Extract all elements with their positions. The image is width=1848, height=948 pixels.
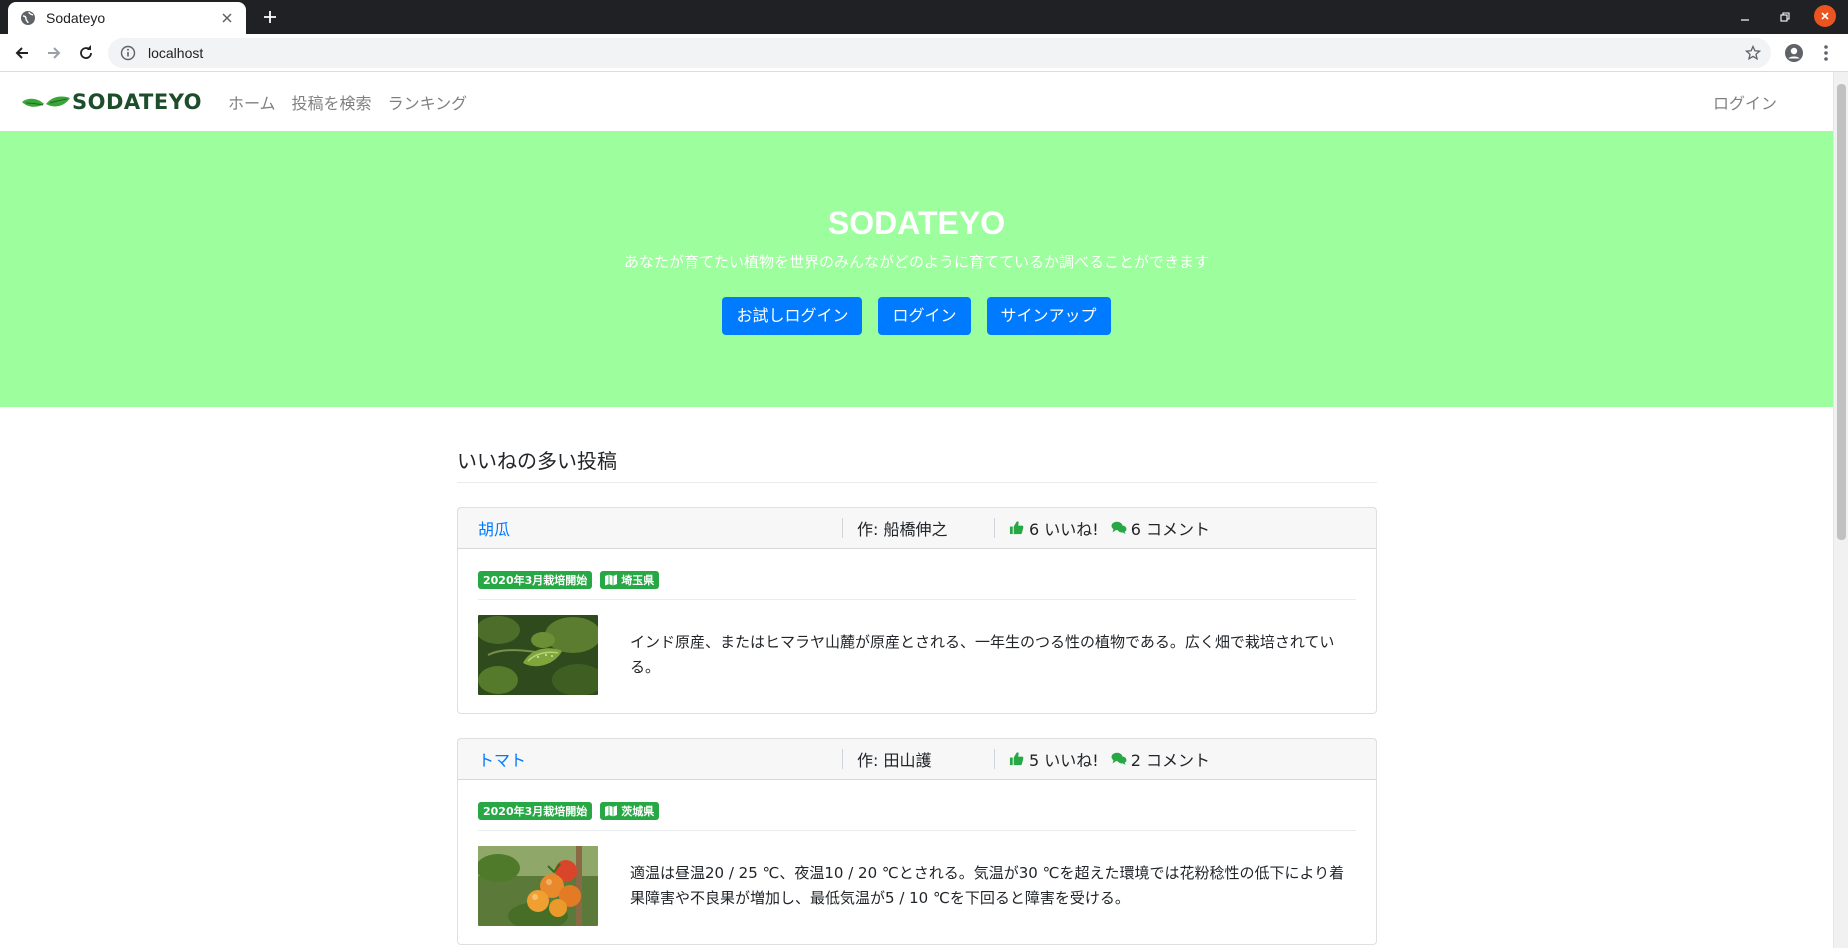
page-viewport: SODATEYO ホーム 投稿を検索 ランキング ログイン SODATEYO あ… — [0, 72, 1848, 948]
post-card-body: 2020年3月栽培開始 茨城県 適温は昼温20 / 25 ℃、夜温10 / 20… — [458, 780, 1376, 944]
start-date-badge: 2020年3月栽培開始 — [478, 571, 593, 589]
divider — [994, 749, 995, 769]
post-stats: 5 いいね! 2 コメント — [1009, 747, 1222, 771]
post-stats: 6 いいね! 6 コメント — [1009, 516, 1222, 540]
post-title-link[interactable]: トマト — [478, 747, 526, 771]
likes-count: 5 いいね! — [1029, 751, 1099, 770]
post-card-header: 胡瓜 作: 船橋伸之 6 いいね! 6 コメント — [458, 508, 1376, 549]
post-row: 適温は昼温20 / 25 ℃、夜温10 / 20 ℃とされる。気温が30 ℃を超… — [478, 846, 1356, 926]
trial-login-button[interactable]: お試しログイン — [722, 297, 863, 335]
address-bar[interactable]: localhost — [108, 38, 1771, 68]
comments-icon — [1111, 520, 1127, 536]
nav-login-link[interactable]: ログイン — [1713, 90, 1777, 114]
post-description: 適温は昼温20 / 25 ℃、夜温10 / 20 ℃とされる。気温が30 ℃を超… — [630, 864, 1345, 907]
brand-link[interactable]: SODATEYO — [20, 90, 202, 114]
window-close-icon[interactable] — [1814, 5, 1836, 27]
site-navbar: SODATEYO ホーム 投稿を検索 ランキング ログイン — [0, 72, 1833, 131]
brand-text: SODATEYO — [72, 89, 203, 114]
thumbs-up-icon — [1009, 520, 1025, 536]
info-icon[interactable] — [120, 45, 136, 61]
browser-tab[interactable]: Sodateyo — [8, 2, 246, 34]
thumbs-up-icon — [1009, 751, 1025, 767]
post-row: インド原産、またはヒマラヤ山麓が原産とされる、一年生のつる性の植物である。広く畑… — [478, 615, 1356, 695]
nav-link-ranking[interactable]: ランキング — [388, 90, 468, 114]
comments-icon — [1111, 751, 1127, 767]
hero-subtitle: あなたが育てたい植物を世界のみんながどのように育てているか調べることができます — [623, 253, 1209, 271]
nav-link-search[interactable]: 投稿を検索 — [292, 90, 372, 114]
region-text: 埼玉県 — [621, 574, 655, 587]
browser-toolbar: localhost — [0, 34, 1848, 72]
main-content: いいねの多い投稿 胡瓜 作: 船橋伸之 6 いいね! 6 コメント 2020年3… — [457, 407, 1377, 945]
map-icon — [605, 574, 618, 586]
minimize-icon[interactable] — [1734, 7, 1756, 27]
account-icon[interactable] — [1784, 43, 1804, 63]
restore-icon[interactable] — [1774, 7, 1796, 27]
region-text: 茨城県 — [621, 805, 655, 818]
region-badge: 茨城県 — [600, 802, 660, 820]
hero-buttons: お試しログイン ログイン サインアップ — [0, 297, 1833, 335]
post-card: 胡瓜 作: 船橋伸之 6 いいね! 6 コメント 2020年3月栽培開始 埼玉県… — [457, 507, 1377, 714]
comments-count: 2 コメント — [1130, 751, 1210, 770]
region-badge: 埼玉県 — [600, 571, 660, 589]
likes-count: 6 いいね! — [1029, 520, 1099, 539]
post-badges: 2020年3月栽培開始 埼玉県 — [478, 571, 1356, 600]
back-icon[interactable] — [12, 43, 32, 63]
cucumber-photo[interactable] — [478, 615, 598, 695]
start-date-badge: 2020年3月栽培開始 — [478, 802, 593, 820]
close-icon[interactable] — [218, 9, 236, 27]
post-title-link[interactable]: 胡瓜 — [478, 516, 510, 540]
browser-tab-bar: Sodateyo — [0, 0, 1848, 34]
post-card-header: トマト 作: 田山護 5 いいね! 2 コメント — [458, 739, 1376, 780]
login-button[interactable]: ログイン — [878, 297, 971, 335]
nav-link-home[interactable]: ホーム — [228, 90, 276, 114]
divider — [994, 518, 995, 538]
post-author: 作: 船橋伸之 — [857, 520, 948, 539]
divider — [842, 749, 843, 769]
hero-jumbotron: SODATEYO あなたが育てたい植物を世界のみんながどのように育てているか調べ… — [0, 131, 1833, 407]
tomato-photo[interactable] — [478, 846, 598, 926]
scrollbar-thumb[interactable] — [1837, 84, 1846, 540]
divider — [842, 518, 843, 538]
post-card-body: 2020年3月栽培開始 埼玉県 インド原産、またはヒマラヤ山麓が原産とされる、一… — [458, 549, 1376, 713]
tab-title: Sodateyo — [46, 10, 106, 26]
star-icon[interactable] — [1745, 45, 1761, 61]
map-icon — [605, 805, 618, 817]
post-description: インド原産、またはヒマラヤ山麓が原産とされる、一年生のつる性の植物である。広く畑… — [630, 633, 1335, 676]
menu-icon[interactable] — [1816, 43, 1836, 63]
post-badges: 2020年3月栽培開始 茨城県 — [478, 802, 1356, 831]
plus-icon[interactable] — [258, 5, 282, 29]
hero-title: SODATEYO — [827, 205, 1006, 241]
globe-icon — [20, 10, 36, 26]
section-title: いいねの多い投稿 — [457, 445, 1377, 483]
forward-icon[interactable] — [44, 43, 64, 63]
leaf-logo-icon — [20, 91, 72, 113]
url-text: localhost — [148, 45, 204, 61]
page-scrollbar[interactable] — [1833, 72, 1848, 948]
comments-count: 6 コメント — [1130, 520, 1210, 539]
post-card: トマト 作: 田山護 5 いいね! 2 コメント 2020年3月栽培開始 茨城県… — [457, 738, 1377, 945]
signup-button[interactable]: サインアップ — [986, 297, 1111, 335]
post-author: 作: 田山護 — [857, 751, 932, 770]
reload-icon[interactable] — [76, 43, 96, 63]
